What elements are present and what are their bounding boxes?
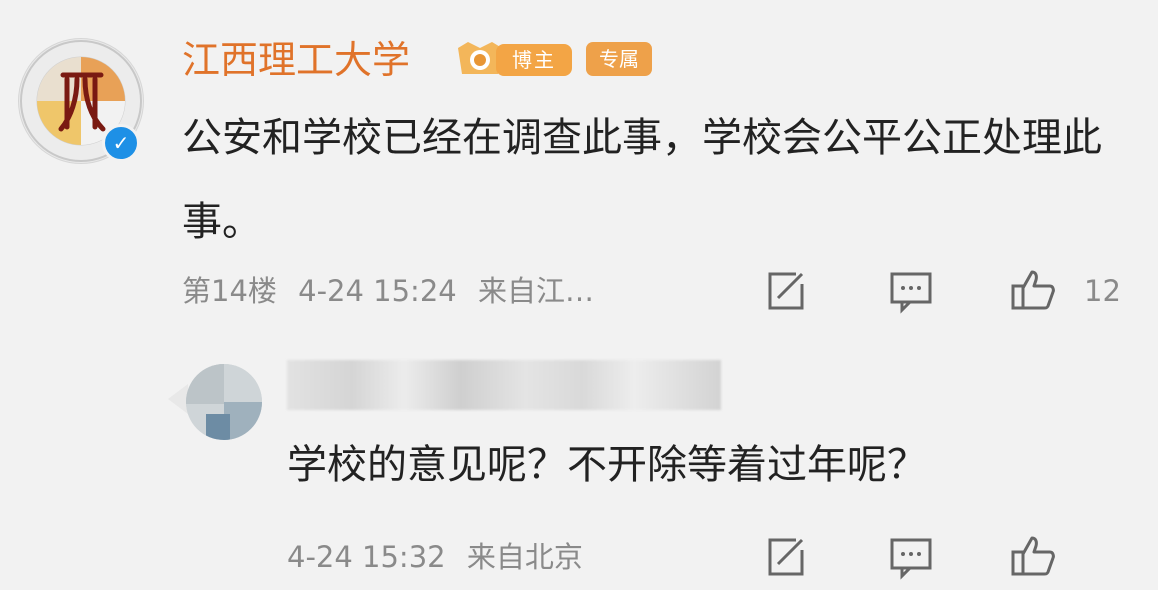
reply-source: 来自北京 [466, 540, 583, 574]
comment-icon[interactable] [888, 534, 934, 580]
like-icon[interactable] [1010, 532, 1056, 578]
share-icon[interactable] [762, 534, 808, 580]
comment-text: 公安和学校已经在调查此事，学校会公平公正处理此事。 [182, 115, 1102, 245]
reply-time: 4-24 15:32 [287, 540, 446, 574]
blogger-badge-label: 博主 [496, 44, 572, 76]
like-icon[interactable] [1010, 266, 1056, 312]
comment-time: 4-24 15:24 [298, 274, 457, 308]
comment-username[interactable]: 江西理工大学 [182, 36, 410, 84]
comment-floor: 第14楼 [182, 274, 277, 308]
reply-username-blurred [287, 360, 721, 410]
reply-pointer [168, 384, 188, 414]
column-badge: 专属 [586, 42, 652, 76]
blurred-avatar-icon [186, 364, 262, 440]
share-icon[interactable] [762, 268, 808, 314]
like-count: 12 [1084, 274, 1121, 308]
reply-text: 学校的意见呢？不开除等着过年呢？ [287, 442, 927, 488]
verified-icon: ✓ [102, 124, 140, 162]
reply-meta: 4-24 15:32 来自北京 [287, 532, 583, 582]
reply-avatar[interactable] [186, 364, 262, 440]
comment-icon[interactable] [888, 268, 934, 314]
blogger-badge: 博主 [452, 38, 574, 82]
comment-meta: 第14楼 4-24 15:24 来自江… [182, 266, 594, 316]
comment-source: 来自江… [477, 274, 594, 308]
